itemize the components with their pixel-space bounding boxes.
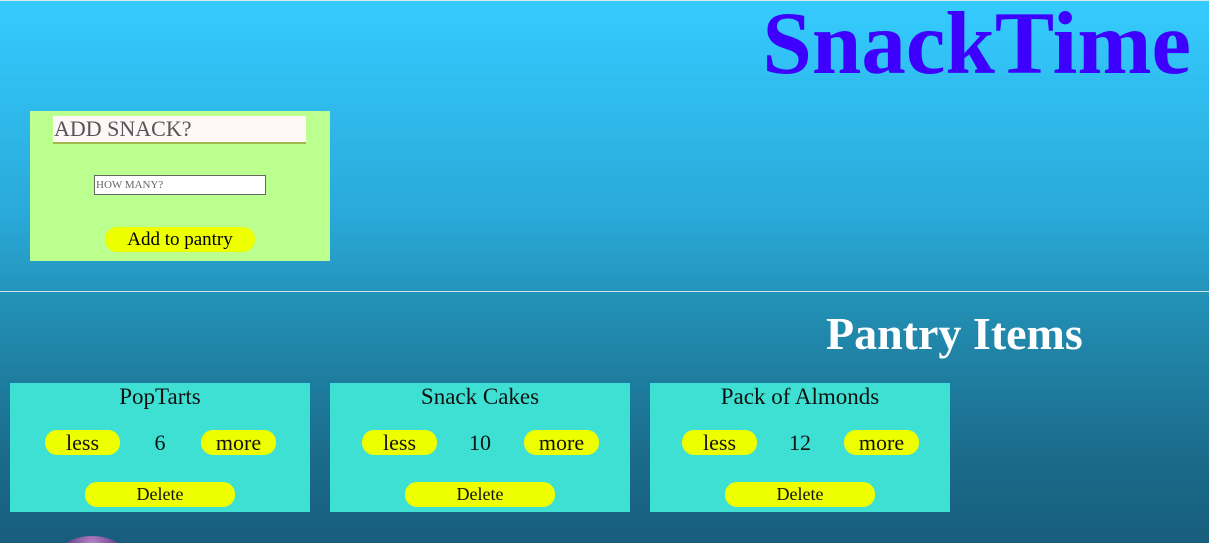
less-button[interactable]: less	[45, 430, 120, 455]
quantity-input[interactable]	[94, 175, 266, 195]
pantry-card: PopTarts less 6 more Delete	[10, 383, 310, 512]
add-to-pantry-button[interactable]: Add to pantry	[105, 227, 255, 252]
less-button[interactable]: less	[682, 430, 757, 455]
item-count: 6	[154, 430, 166, 455]
app-title: SnackTime	[762, 0, 1191, 93]
more-button[interactable]: more	[201, 430, 276, 455]
more-button[interactable]: more	[844, 430, 919, 455]
delete-button[interactable]: Delete	[85, 482, 235, 507]
avatar	[62, 536, 122, 543]
delete-button[interactable]: Delete	[405, 482, 555, 507]
pantry-item-name: Snack Cakes	[420, 384, 540, 409]
pantry-card: Pack of Almonds less 12 more Delete	[650, 383, 950, 512]
pantry-title: Pantry Items	[826, 308, 1083, 359]
pantry-item-name: PopTarts	[119, 384, 201, 409]
more-button[interactable]: more	[524, 430, 599, 455]
snack-name-input[interactable]	[53, 116, 306, 144]
less-button[interactable]: less	[362, 430, 437, 455]
item-count: 12	[789, 430, 811, 455]
section-divider	[0, 291, 1209, 292]
item-count: 10	[469, 430, 491, 455]
pantry-item-name: Pack of Almonds	[720, 384, 880, 409]
delete-button[interactable]: Delete	[725, 482, 875, 507]
pantry-card: Snack Cakes less 10 more Delete	[330, 383, 630, 512]
add-snack-panel: Add to pantry	[30, 111, 330, 261]
